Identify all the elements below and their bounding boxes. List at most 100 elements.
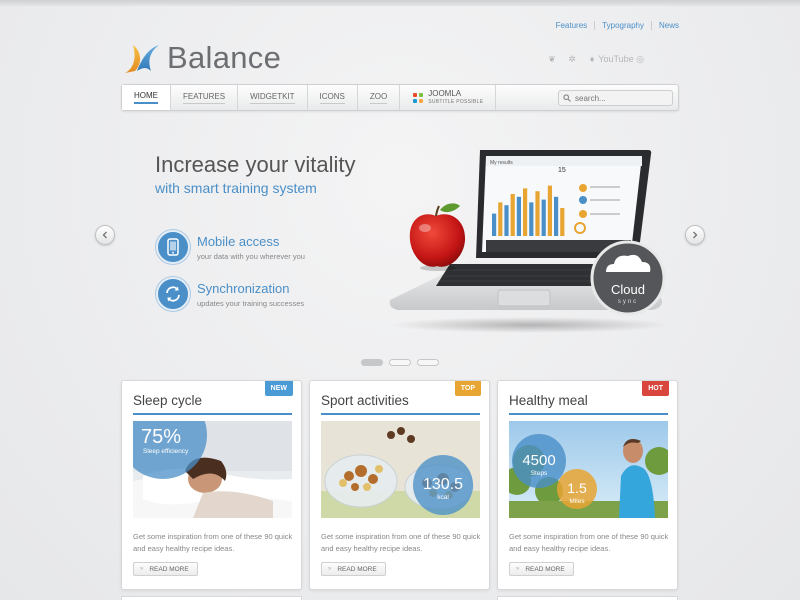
nav-joomla[interactable]: JOOMLA SUBTITLE POSSIBLE [400, 85, 497, 110]
nav-features[interactable]: FEATURES [171, 85, 239, 110]
apple-image [409, 214, 466, 267]
sport-overlay-label: kcal [437, 494, 449, 501]
chevron-left-icon [102, 231, 107, 239]
hero-subtitle: with smart training system [155, 180, 317, 196]
laptop-bar [529, 202, 534, 236]
feature-desc: your data with you wherever you [197, 251, 305, 261]
card-image-sleep[interactable]: 75% Sleep efficiency [133, 421, 292, 518]
laptop-bar [504, 205, 509, 236]
card-title[interactable]: Sport activities [321, 393, 409, 408]
logo-text: Balance [167, 40, 282, 75]
read-more-button[interactable]: » READ MORE [133, 562, 198, 576]
feature-title: Synchronization [197, 280, 290, 296]
laptop-bar [554, 196, 559, 236]
laptop-bar [547, 185, 552, 236]
card-badge: NEW [264, 381, 293, 396]
nav-icons[interactable]: ICONS [308, 85, 358, 110]
toplink-features[interactable]: Features [556, 21, 588, 30]
card-text: Get some inspiration from one of these 9… [133, 532, 293, 553]
next-row-card [497, 596, 678, 600]
meal-overlay-value: 4500 [522, 452, 555, 469]
laptop-bar [492, 213, 497, 236]
divider [594, 21, 596, 30]
gear-icon[interactable]: ✲ [565, 53, 579, 65]
card-image-meal[interactable]: 4500 Steps 1.5 Miles [509, 421, 668, 518]
card-title[interactable]: Healthy meal [509, 393, 588, 408]
feature-synchronization: Synchronization updates your training su… [156, 277, 304, 311]
sleep-overlay-value: 75% [141, 426, 181, 448]
nav-widgetkit-label: WIDGETKIT [250, 92, 295, 104]
card-badge: TOP [454, 381, 481, 396]
laptop-number: 15 [558, 167, 566, 174]
search-box[interactable] [558, 90, 673, 106]
read-more-button[interactable]: » READ MORE [321, 562, 386, 576]
cloud-subtitle: sync [618, 299, 638, 305]
next-row-card [121, 596, 302, 600]
youtube-label: YouTube [598, 54, 634, 64]
mobile-icon [156, 230, 190, 264]
laptop-bar [510, 194, 515, 236]
social-icons: ❦ ✲ ♦ YouTube ◎ [545, 53, 647, 65]
sport-overlay-value: 130.5 [423, 476, 463, 493]
slider-dots [361, 359, 439, 366]
card-divider [133, 413, 292, 415]
nav-features-label: FEATURES [183, 92, 226, 104]
laptop-bar [541, 199, 546, 236]
read-more-label: READ MORE [337, 565, 377, 573]
card-sport-activities: TOP Sport activities 130.5 kcal Get some… [309, 380, 490, 590]
nav-zoo[interactable]: ZOO [358, 85, 401, 110]
laptop-bar [516, 196, 521, 236]
bird-icon[interactable]: ❦ [545, 53, 559, 65]
card-text: Get some inspiration from one of these 9… [509, 532, 669, 553]
nav-home[interactable]: HOME [122, 85, 171, 110]
joomla-icon [413, 92, 424, 103]
arrow-right-icon: » [516, 566, 520, 572]
card-text: Get some inspiration from one of these 9… [321, 532, 481, 553]
sync-icon [156, 277, 190, 311]
youtube-icon[interactable]: YouTube [598, 53, 634, 65]
feature-title: Mobile access [197, 233, 280, 249]
feature-mobile-access: Mobile access your data with you whereve… [156, 230, 305, 264]
slider-dot[interactable] [417, 359, 439, 366]
slider-next-button[interactable] [685, 225, 705, 245]
globe-icon[interactable]: ◎ [633, 53, 647, 65]
cloud-title: Cloud [611, 282, 645, 297]
card-healthy-meal: HOT Healthy meal 4500 Steps 1.5 Miles Ge… [497, 380, 678, 590]
laptop-bar [523, 188, 528, 236]
search-input[interactable] [575, 93, 665, 103]
card-image-sport[interactable]: 130.5 kcal [321, 421, 480, 518]
nav-zoo-label: ZOO [369, 92, 388, 104]
chevron-right-icon [693, 231, 698, 239]
toplink-news[interactable]: News [659, 21, 679, 30]
card-badge: HOT [642, 381, 669, 396]
hero-title: Increase your vitality [155, 152, 356, 177]
card-sleep-cycle: NEW Sleep cycle 75% Sleep efficiency Get… [121, 380, 302, 590]
main-nav: HOME FEATURES WIDGETKIT ICONS ZOO JOOMLA… [121, 84, 679, 111]
logo[interactable]: Balance [121, 40, 281, 76]
top-links: Features Typography News [556, 21, 679, 30]
nav-home-label: HOME [134, 91, 158, 104]
sleep-overlay-label: Sleep efficiency [143, 448, 189, 455]
slider-dot[interactable] [389, 359, 411, 366]
balance-logo-icon [125, 45, 159, 73]
nav-joomla-subtitle: SUBTITLE POSSIBLE [428, 98, 484, 105]
read-more-label: READ MORE [525, 565, 565, 573]
slider-dot[interactable] [361, 359, 383, 366]
nav-widgetkit[interactable]: WIDGETKIT [238, 85, 308, 110]
slider-prev-button[interactable] [95, 225, 115, 245]
top-strip [0, 0, 800, 6]
laptop-bar [560, 208, 565, 236]
nav-icons-label: ICONS [319, 92, 345, 104]
card-divider [509, 413, 668, 415]
search-icon [563, 94, 571, 102]
card-divider [321, 413, 480, 415]
card-title[interactable]: Sleep cycle [133, 393, 202, 408]
laptop-bar [498, 202, 503, 236]
divider [650, 21, 652, 30]
read-more-button[interactable]: » READ MORE [509, 562, 574, 576]
read-more-label: READ MORE [149, 565, 189, 573]
laptop-trackpad [497, 289, 551, 307]
drop-icon[interactable]: ♦ [585, 53, 599, 65]
toplink-typography[interactable]: Typography [602, 21, 644, 30]
hero-illustration: My results 15 Cloud sync [389, 150, 670, 333]
